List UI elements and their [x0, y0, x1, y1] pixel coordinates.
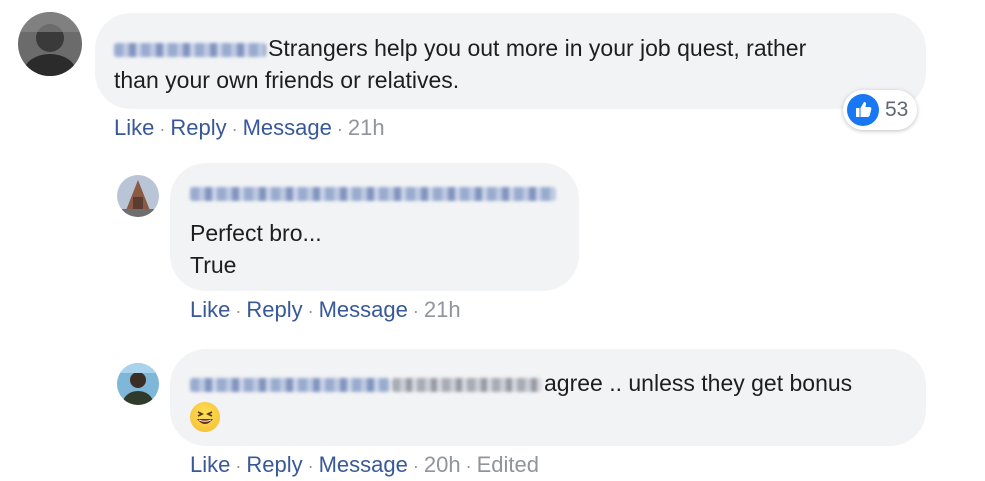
comment-text: than your own friends or relatives.: [114, 67, 460, 93]
separator-dot: ·: [412, 301, 419, 321]
separator-dot: ·: [235, 301, 242, 321]
comment-text: agree .. unless they get bonus: [544, 370, 853, 396]
separator-dot: ·: [235, 456, 242, 476]
message-link[interactable]: Message: [319, 452, 408, 477]
edited-label[interactable]: Edited: [477, 452, 539, 477]
comment-actions-2: Like · Reply · Message · 21h: [190, 296, 461, 325]
timestamp[interactable]: 21h: [348, 115, 385, 140]
emoji-icon: [190, 402, 220, 432]
comment-bubble-1: Strangers help you out more in your job …: [95, 13, 926, 109]
avatar-icon: [117, 363, 159, 405]
reply-link[interactable]: Reply: [246, 452, 302, 477]
comment-text: Strangers help you out more in your job …: [268, 35, 807, 61]
separator-dot: ·: [159, 119, 166, 139]
like-link[interactable]: Like: [190, 452, 230, 477]
separator-dot: ·: [307, 301, 314, 321]
author-name[interactable]: [190, 185, 559, 213]
avatar-comment-2[interactable]: [117, 175, 159, 217]
like-link[interactable]: Like: [114, 115, 154, 140]
message-link[interactable]: Message: [243, 115, 332, 140]
message-link[interactable]: Message: [319, 297, 408, 322]
timestamp[interactable]: 21h: [424, 297, 461, 322]
reaction-count: 53: [885, 98, 909, 121]
author-name-blurred[interactable]: [190, 186, 556, 201]
avatar-icon: [18, 12, 82, 76]
like-link[interactable]: Like: [190, 297, 230, 322]
timestamp[interactable]: 20h: [424, 452, 461, 477]
author-name-blurred[interactable]: [114, 42, 266, 57]
reply-link[interactable]: Reply: [170, 115, 226, 140]
separator-dot: ·: [465, 456, 472, 476]
reaction-badge[interactable]: 53: [843, 90, 918, 130]
separator-dot: ·: [336, 119, 343, 139]
comment-bubble-2: Perfect bro... True: [170, 163, 579, 291]
reply-link[interactable]: Reply: [246, 297, 302, 322]
separator-dot: ·: [231, 119, 238, 139]
separator-dot: ·: [412, 456, 419, 476]
avatar-icon: [117, 175, 159, 217]
tagged-name-blurred[interactable]: [392, 377, 542, 392]
thumbs-up-icon: [847, 94, 879, 126]
separator-dot: ·: [307, 456, 314, 476]
comment-actions-1: Like · Reply · Message · 21h: [114, 114, 385, 143]
comment-text: Perfect bro...: [190, 220, 322, 246]
comment-actions-3: Like · Reply · Message · 20h · Edited: [190, 451, 539, 480]
author-name-blurred[interactable]: [190, 377, 390, 392]
comment-bubble-3: agree .. unless they get bonus: [170, 349, 926, 446]
comment-text: True: [190, 252, 237, 278]
avatar-comment-3[interactable]: [117, 363, 159, 405]
avatar-comment-1[interactable]: [18, 12, 82, 76]
